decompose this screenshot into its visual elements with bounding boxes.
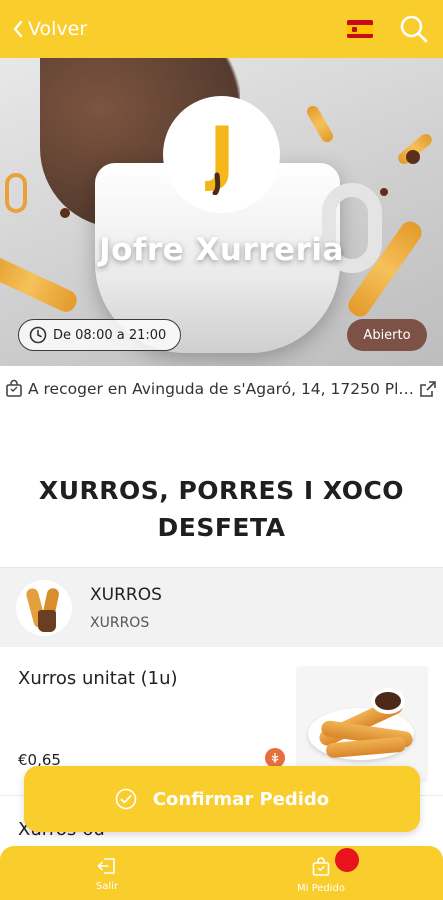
churro-image (5, 173, 27, 213)
cart-badge (335, 848, 359, 872)
bottom-navigation: Salir Mi Pedido (0, 846, 443, 900)
category-name: XURROS (90, 584, 162, 605)
gluten-allergen-icon (265, 748, 285, 768)
restaurant-logo: J (163, 96, 280, 213)
status-badge: Abierto (347, 319, 427, 351)
confirm-order-label: Confirmar Pedido (152, 788, 330, 810)
category-row[interactable]: XURROS XURROS (0, 567, 443, 647)
category-subtitle: XURROS (90, 614, 150, 631)
hours-label: De 08:00 a 21:00 (53, 327, 167, 343)
back-label: Volver (28, 18, 88, 40)
clock-icon (29, 326, 47, 344)
opening-hours-badge: De 08:00 a 21:00 (18, 319, 182, 351)
category-image (16, 579, 72, 636)
nav-my-order-label: Mi Pedido (296, 883, 345, 894)
nav-my-order[interactable]: Mi Pedido (261, 856, 381, 894)
pickup-address-text: A recoger en Avinguda de s'Agaró, 14, 17… (28, 380, 419, 398)
search-icon (400, 15, 428, 43)
external-link-icon[interactable] (419, 380, 437, 398)
nav-exit-label: Salir (95, 881, 119, 892)
shopping-bag-icon (312, 857, 330, 876)
spain-flag-icon[interactable] (347, 20, 373, 38)
exit-icon (97, 858, 115, 874)
confirm-order-button[interactable]: Confirmar Pedido (24, 766, 420, 832)
nav-exit[interactable]: Salir (47, 856, 167, 892)
pickup-address[interactable]: A recoger en Avinguda de s'Agaró, 14, 17… (0, 372, 443, 406)
chevron-left-icon (13, 20, 23, 38)
menu-section-title: XURROS, PORRES I XOCO DESFETA (38, 476, 405, 542)
logo-letter-icon: J (204, 115, 235, 195)
back-button[interactable]: Volver (12, 18, 87, 40)
check-circle-icon (115, 788, 137, 810)
churro-image (304, 103, 336, 145)
restaurant-name: Jofre Xurreria (99, 232, 344, 268)
shopping-bag-icon (6, 379, 22, 397)
search-button[interactable] (397, 12, 431, 46)
top-bar: Volver (0, 0, 443, 58)
product-title: Xurros unitat (1u) (18, 668, 178, 689)
